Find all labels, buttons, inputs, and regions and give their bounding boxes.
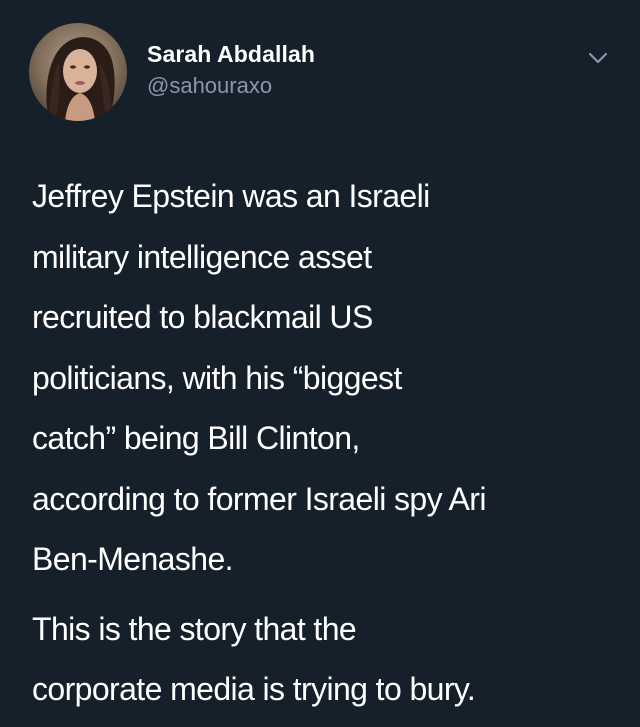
tweet-text-line: according to former Israeli spy Ari (32, 480, 486, 517)
avatar-photo (29, 23, 127, 121)
chevron-down-icon[interactable] (585, 48, 611, 68)
tweet-text-line: politicians, with his “biggest (32, 359, 402, 396)
avatar[interactable] (29, 23, 127, 121)
user-handle[interactable]: @sahouraxo (147, 72, 315, 100)
tweet-text-line: Ben-Menashe. (32, 541, 234, 577)
tweet-text-line: This is the story that the (32, 610, 357, 647)
tweet-text-line: corporate media is trying to bury. (32, 671, 476, 707)
tweet-text-line: military intelligence asset (32, 238, 372, 275)
author-info: Sarah Abdallah @sahouraxo (147, 40, 315, 100)
tweet-text-line: recruited to blackmail US (32, 299, 373, 335)
tweet-text: Jeffrey Epstein was an Israeli military … (32, 166, 622, 720)
tweet-card: Sarah Abdallah @sahouraxo Jeffrey Epstei… (0, 0, 640, 727)
tweet-text-line: Jeffrey Epstein was an Israeli (32, 178, 430, 214)
display-name[interactable]: Sarah Abdallah (147, 40, 315, 68)
tweet-text-line: catch” being Bill Clinton, (32, 420, 360, 456)
